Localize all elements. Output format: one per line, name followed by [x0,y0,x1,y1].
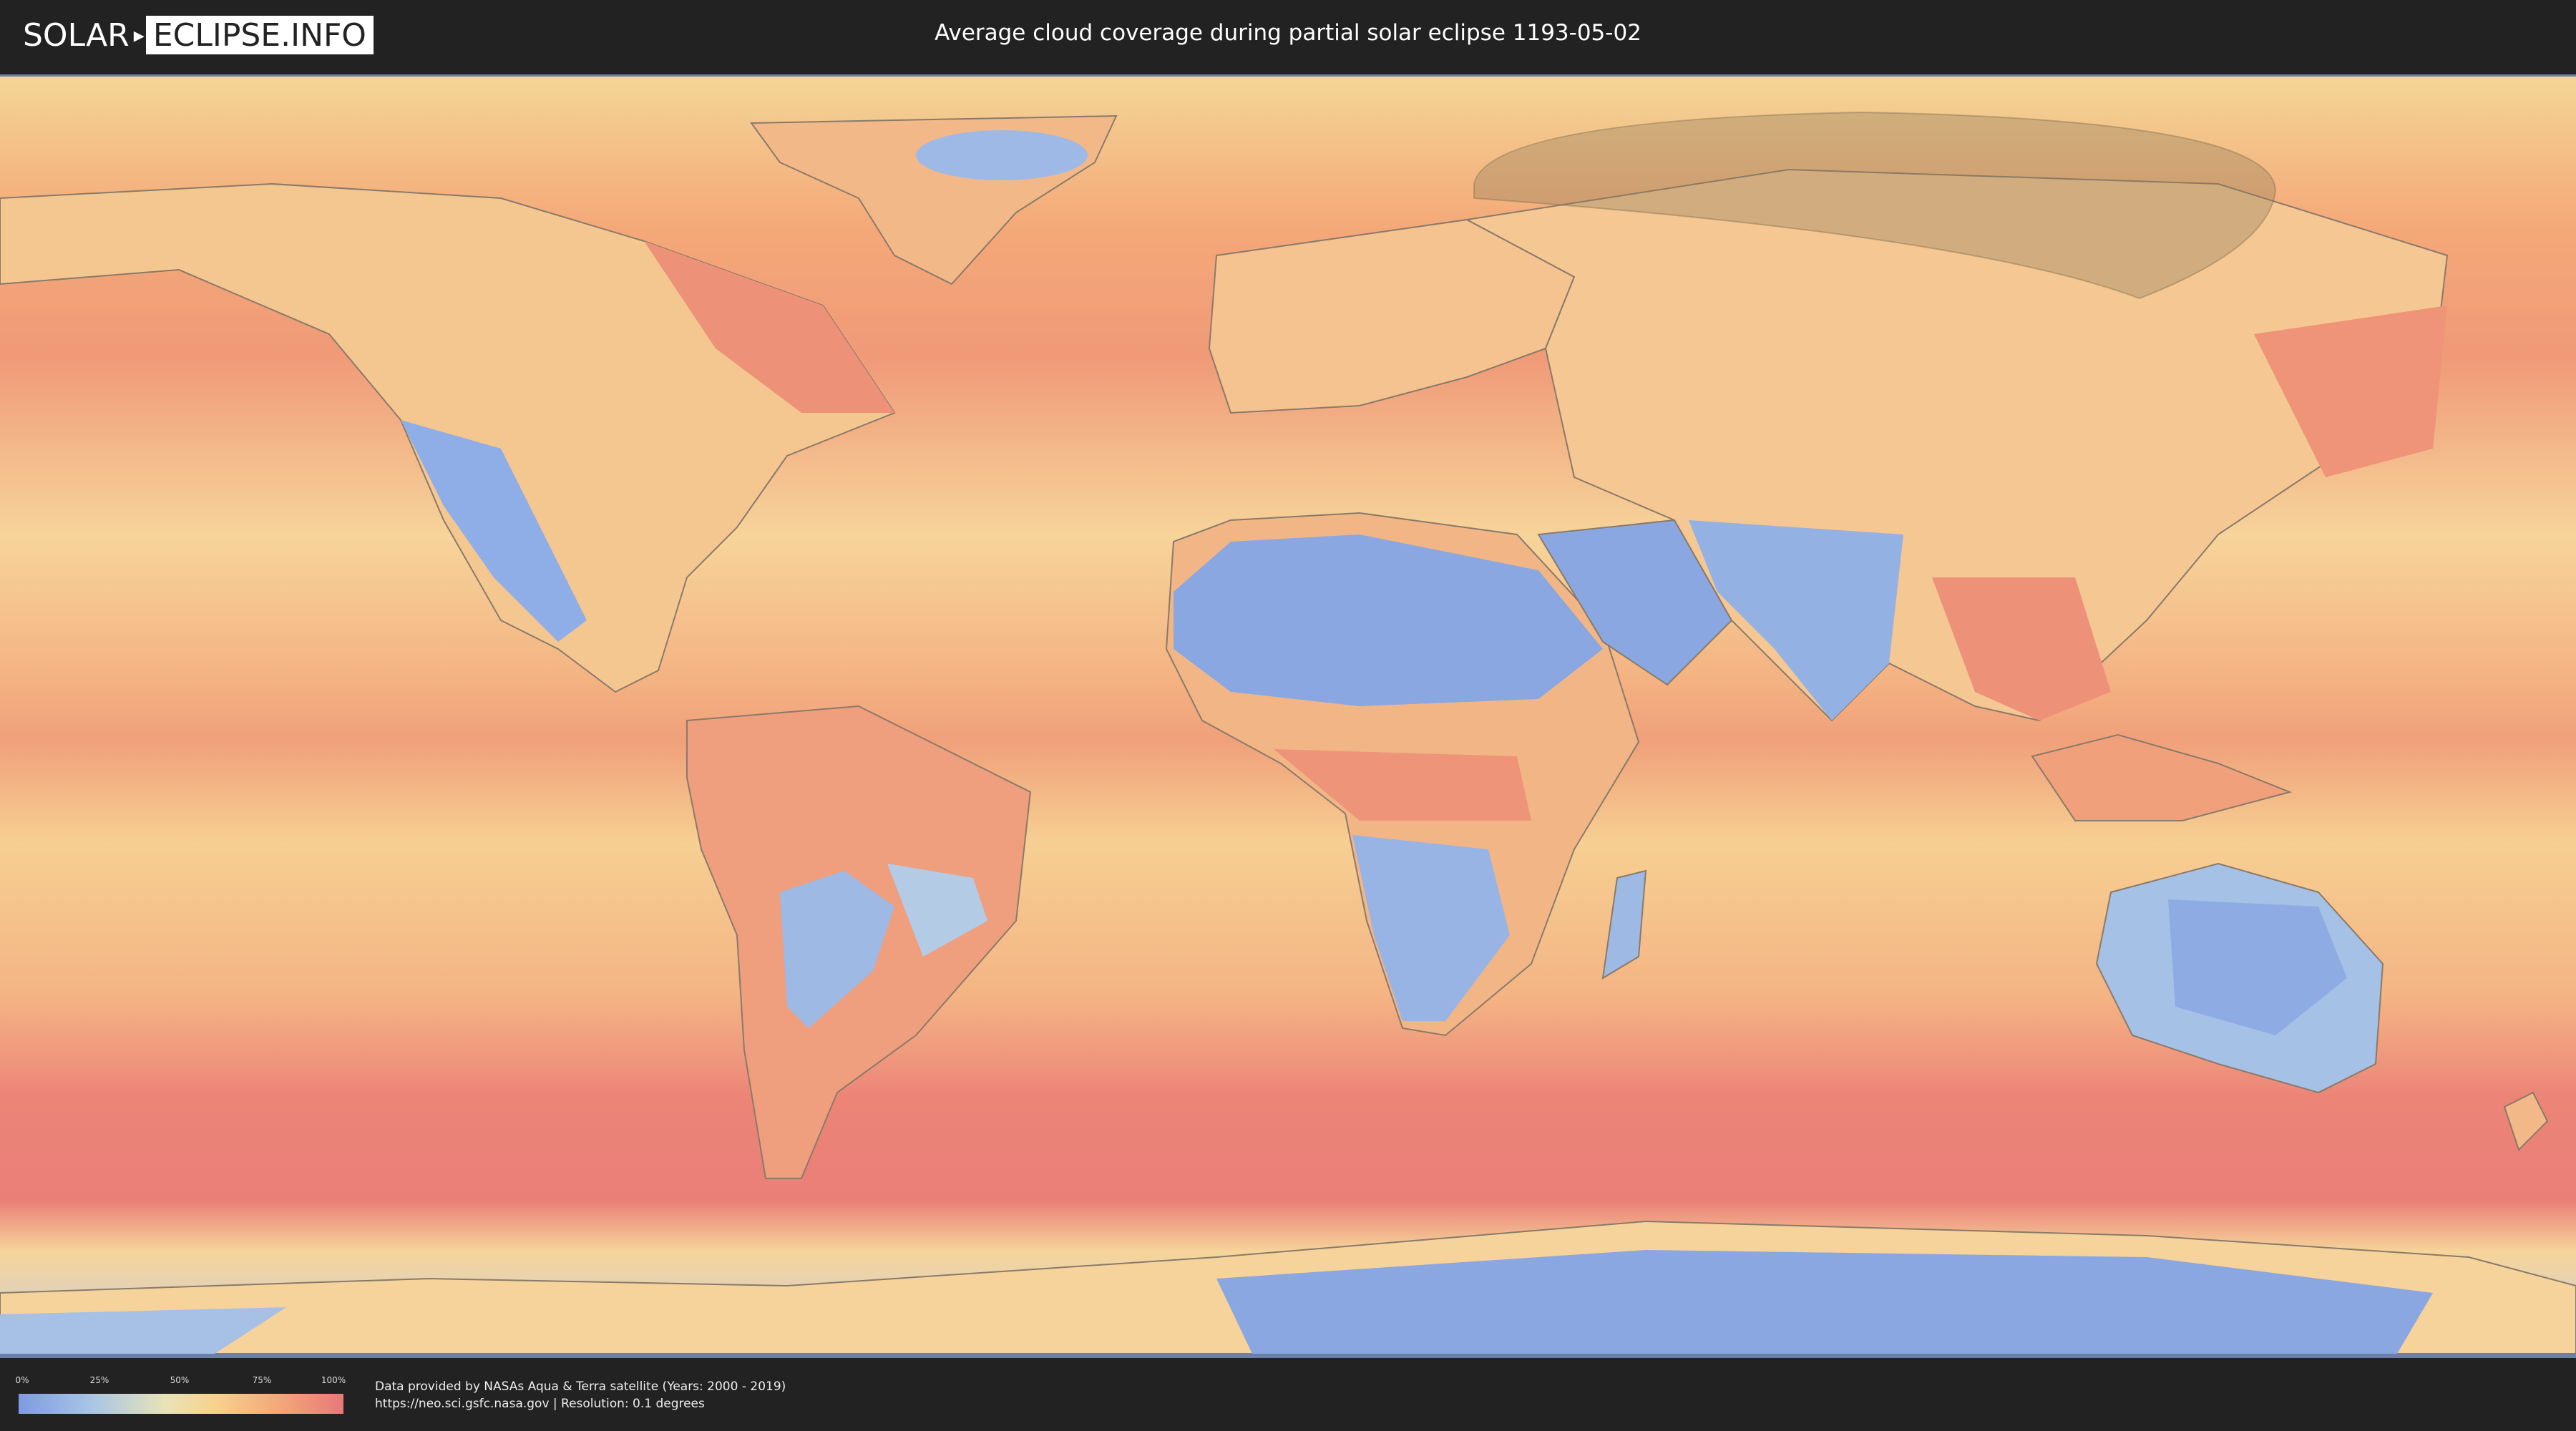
legend-tick-75: 75% [252,1375,272,1385]
data-credit-text: Data provided by NASAs Aqua & Terra sate… [375,1379,786,1394]
footer-bar [0,1358,2576,1431]
greenland-clear-area [916,130,1088,180]
legend-tick-25: 25% [89,1375,109,1385]
cloud-coverage-legend-bar [19,1394,343,1414]
cloud-coverage-map[interactable] [0,74,2576,1358]
legend-tick-50: 50% [170,1375,190,1385]
data-source-link[interactable]: https://neo.sci.gsfc.nasa.gov | Resoluti… [375,1397,705,1411]
legend-tick-100: 100% [321,1375,346,1385]
header-bar: SOLAR ▸ ECLIPSE.INFO Average cloud cover… [0,0,2576,72]
page-title: Average cloud coverage during partial so… [935,20,1641,46]
world-map-svg [0,77,2576,1354]
legend-tick-0: 0% [15,1375,29,1385]
